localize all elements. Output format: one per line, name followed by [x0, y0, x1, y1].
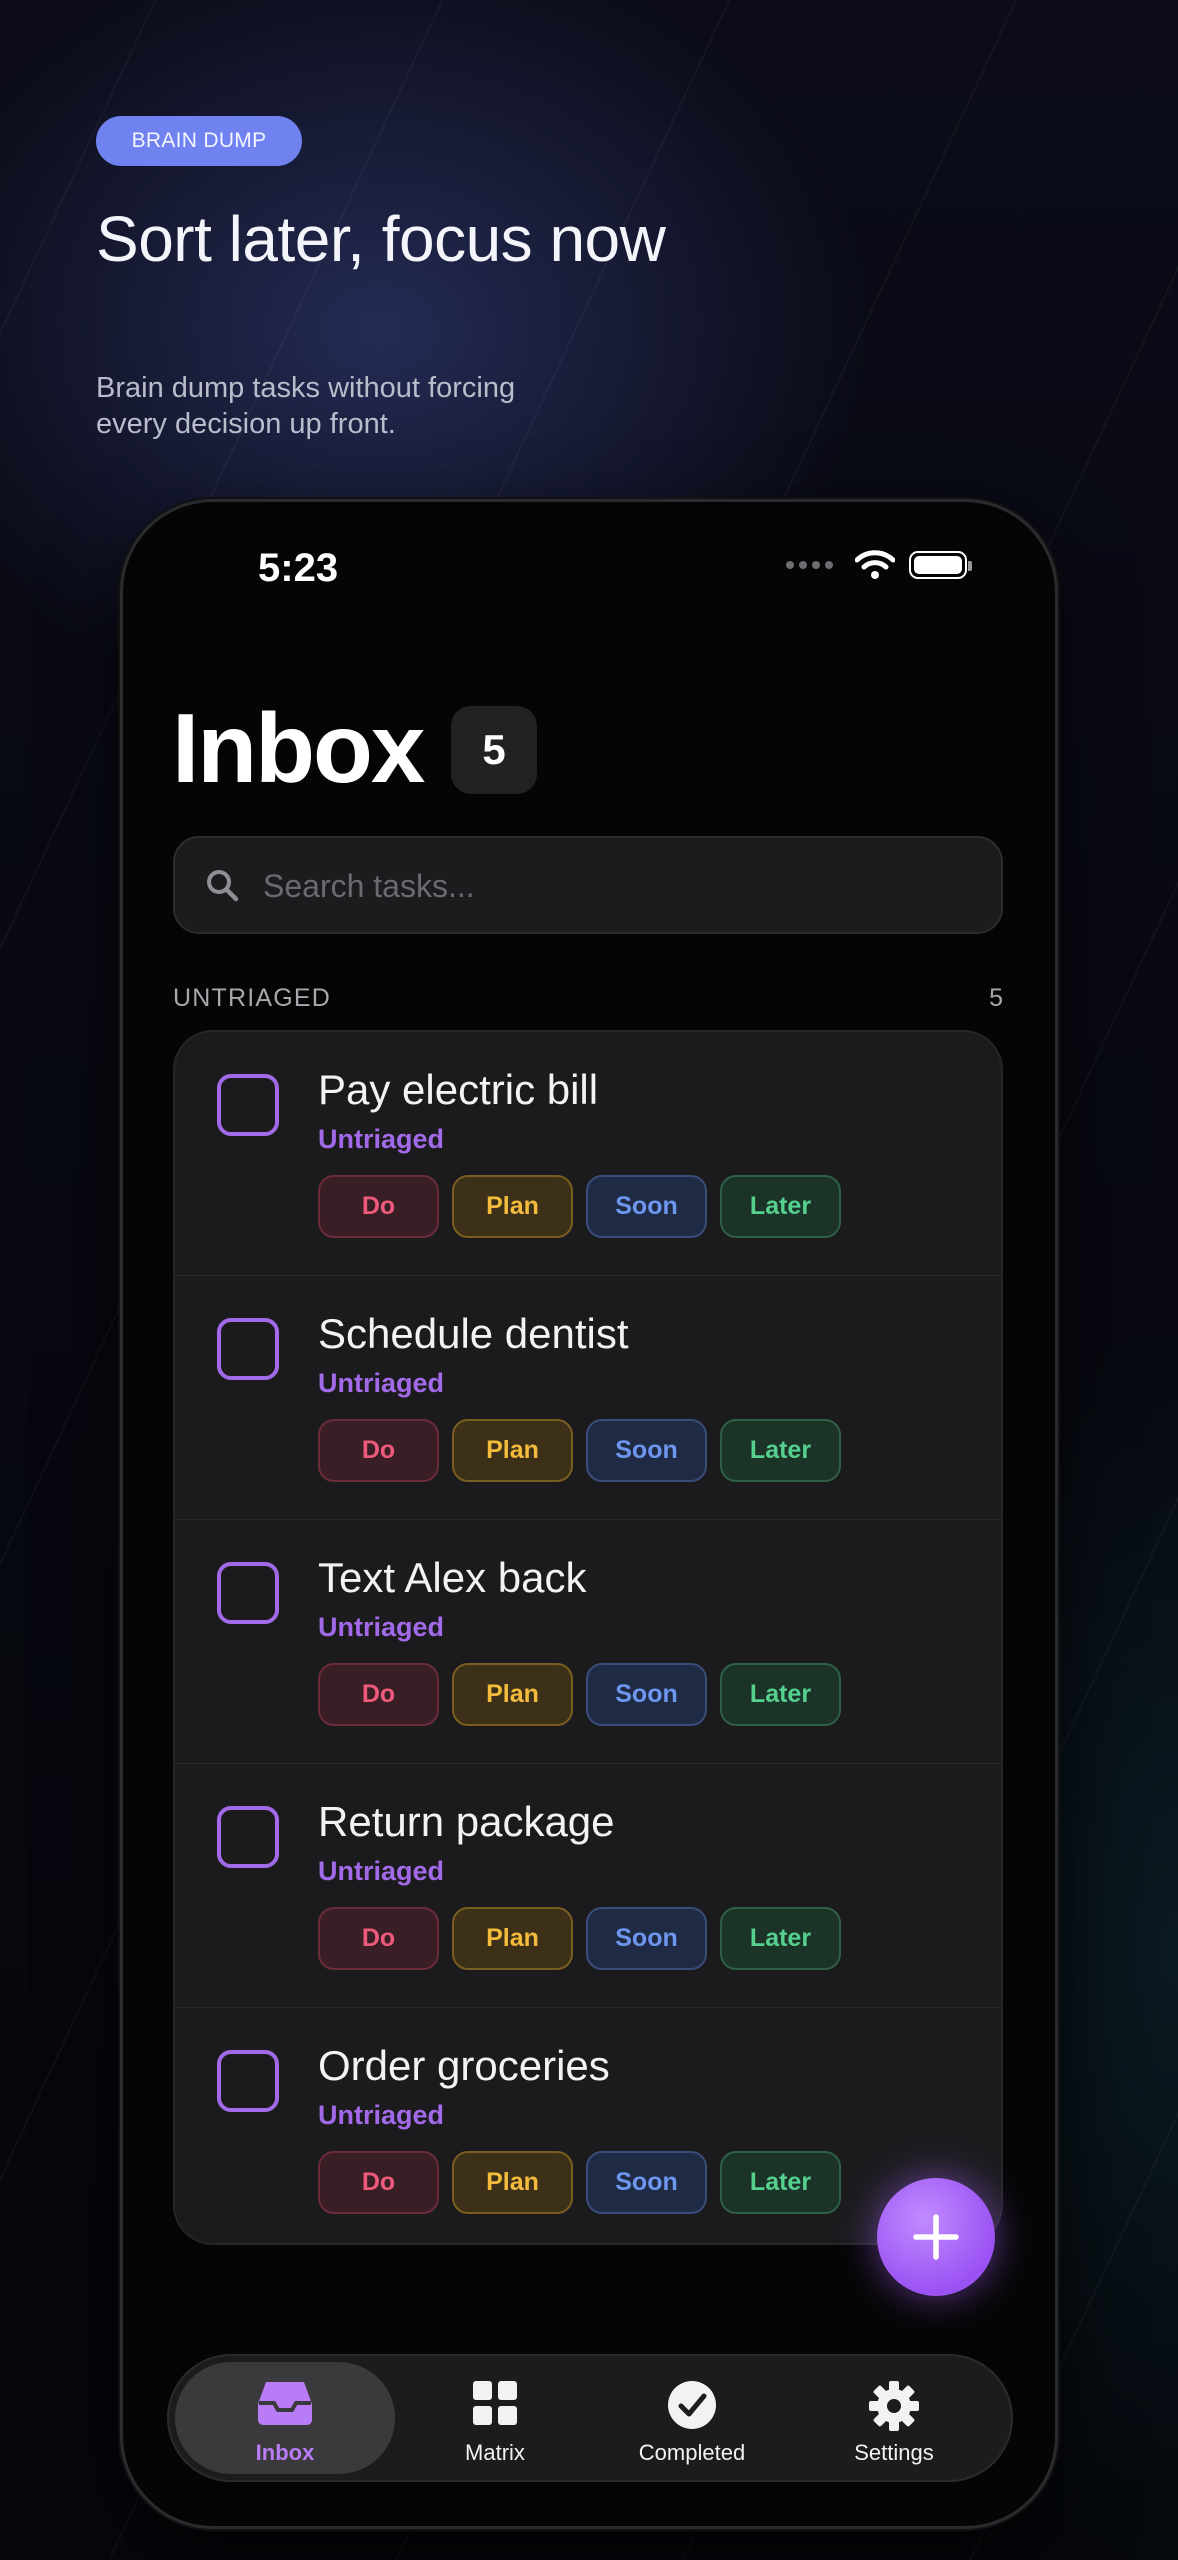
triage-buttons: Do Plan Soon Later — [318, 2151, 841, 2214]
task-row[interactable]: Order groceries Untriaged Do Plan Soon L… — [175, 2008, 1001, 2243]
later-button[interactable]: Later — [720, 1907, 841, 1970]
cellular-signal-icon — [786, 561, 833, 569]
tab-settings[interactable]: Settings — [809, 2362, 979, 2474]
triage-buttons: Do Plan Soon Later — [318, 1419, 841, 1482]
promo-subline-line-1: Brain dump tasks without forcing — [96, 372, 516, 404]
soon-button[interactable]: Soon — [586, 1907, 707, 1970]
search-icon — [207, 870, 239, 902]
plan-button[interactable]: Plan — [452, 1907, 573, 1970]
task-title: Order groceries — [318, 2042, 610, 2089]
task-status: Untriaged — [318, 2100, 445, 2130]
do-button[interactable]: Do — [318, 1175, 439, 1238]
tab-completed-label: Completed — [638, 2440, 746, 2465]
section-count: 5 — [989, 984, 1003, 1012]
task-status: Untriaged — [318, 1368, 445, 1398]
task-status: Untriaged — [318, 1124, 445, 1154]
task-row[interactable]: Text Alex back Untriaged Do Plan Soon La… — [175, 1520, 1001, 1764]
plan-button[interactable]: Plan — [452, 2151, 573, 2214]
soon-button[interactable]: Soon — [586, 1175, 707, 1238]
task-title: Return package — [318, 1798, 615, 1845]
soon-button[interactable]: Soon — [586, 2151, 707, 2214]
task-status: Untriaged — [318, 1612, 445, 1642]
promo-headline: Sort later, focus now — [96, 203, 666, 275]
gear-icon — [869, 2381, 919, 2431]
promo-badge: BRAIN DUMP — [96, 116, 302, 166]
task-list: Pay electric bill Untriaged Do Plan Soon… — [173, 1030, 1003, 2245]
tab-settings-label: Settings — [854, 2440, 934, 2465]
tab-matrix-label: Matrix — [465, 2440, 525, 2465]
soon-button[interactable]: Soon — [586, 1663, 707, 1726]
later-button[interactable]: Later — [720, 1663, 841, 1726]
triage-buttons: Do Plan Soon Later — [318, 1663, 841, 1726]
tab-inbox-label: Inbox — [255, 2440, 315, 2465]
plus-icon — [913, 2214, 959, 2260]
task-checkbox[interactable] — [217, 1806, 279, 1868]
later-button[interactable]: Later — [720, 1419, 841, 1482]
search-bar[interactable] — [173, 836, 1003, 934]
plan-button[interactable]: Plan — [452, 1419, 573, 1482]
task-row[interactable]: Schedule dentist Untriaged Do Plan Soon … — [175, 1276, 1001, 1520]
plan-button[interactable]: Plan — [452, 1663, 573, 1726]
search-input[interactable] — [261, 838, 965, 934]
task-title: Pay electric bill — [318, 1066, 599, 1113]
later-button[interactable]: Later — [720, 1175, 841, 1238]
checkmark-circle-icon — [668, 2381, 716, 2429]
plan-button[interactable]: Plan — [452, 1175, 573, 1238]
task-title: Text Alex back — [318, 1554, 587, 1601]
page-title: Inbox — [172, 693, 425, 803]
later-button[interactable]: Later — [720, 2151, 841, 2214]
tab-inbox[interactable]: Inbox — [175, 2362, 395, 2474]
tab-bar: Inbox Matrix Completed Settings — [167, 2354, 1013, 2482]
task-row[interactable]: Return package Untriaged Do Plan Soon La… — [175, 1764, 1001, 2008]
do-button[interactable]: Do — [318, 1419, 439, 1482]
task-checkbox[interactable] — [217, 2050, 279, 2112]
promo-subline: Brain dump tasks without forcing every d… — [96, 370, 556, 442]
do-button[interactable]: Do — [318, 1907, 439, 1970]
do-button[interactable]: Do — [318, 2151, 439, 2214]
grid-icon — [473, 2381, 517, 2425]
soon-button[interactable]: Soon — [586, 1419, 707, 1482]
tab-matrix[interactable]: Matrix — [420, 2362, 570, 2474]
task-status: Untriaged — [318, 1856, 445, 1886]
wifi-icon — [855, 550, 895, 579]
task-checkbox[interactable] — [217, 1318, 279, 1380]
triage-buttons: Do Plan Soon Later — [318, 1907, 841, 1970]
task-checkbox[interactable] — [217, 1562, 279, 1624]
tab-completed[interactable]: Completed — [602, 2362, 782, 2474]
status-icons — [786, 550, 972, 580]
task-row[interactable]: Pay electric bill Untriaged Do Plan Soon… — [175, 1032, 1001, 1276]
inbox-count-badge: 5 — [451, 706, 537, 794]
triage-buttons: Do Plan Soon Later — [318, 1175, 841, 1238]
promo-subline-line-2: every decision up front. — [96, 408, 396, 440]
status-time: 5:23 — [258, 546, 339, 590]
task-title: Schedule dentist — [318, 1310, 629, 1357]
battery-icon — [909, 551, 972, 579]
section-label: UNTRIAGED — [173, 984, 332, 1012]
do-button[interactable]: Do — [318, 1663, 439, 1726]
inbox-tray-icon — [258, 2382, 312, 2425]
add-task-button[interactable] — [877, 2178, 995, 2296]
task-checkbox[interactable] — [217, 1074, 279, 1136]
phone-frame: 5:23 Inbox 5 UNTRIAGED 5 Pay electric bi… — [123, 502, 1055, 2526]
